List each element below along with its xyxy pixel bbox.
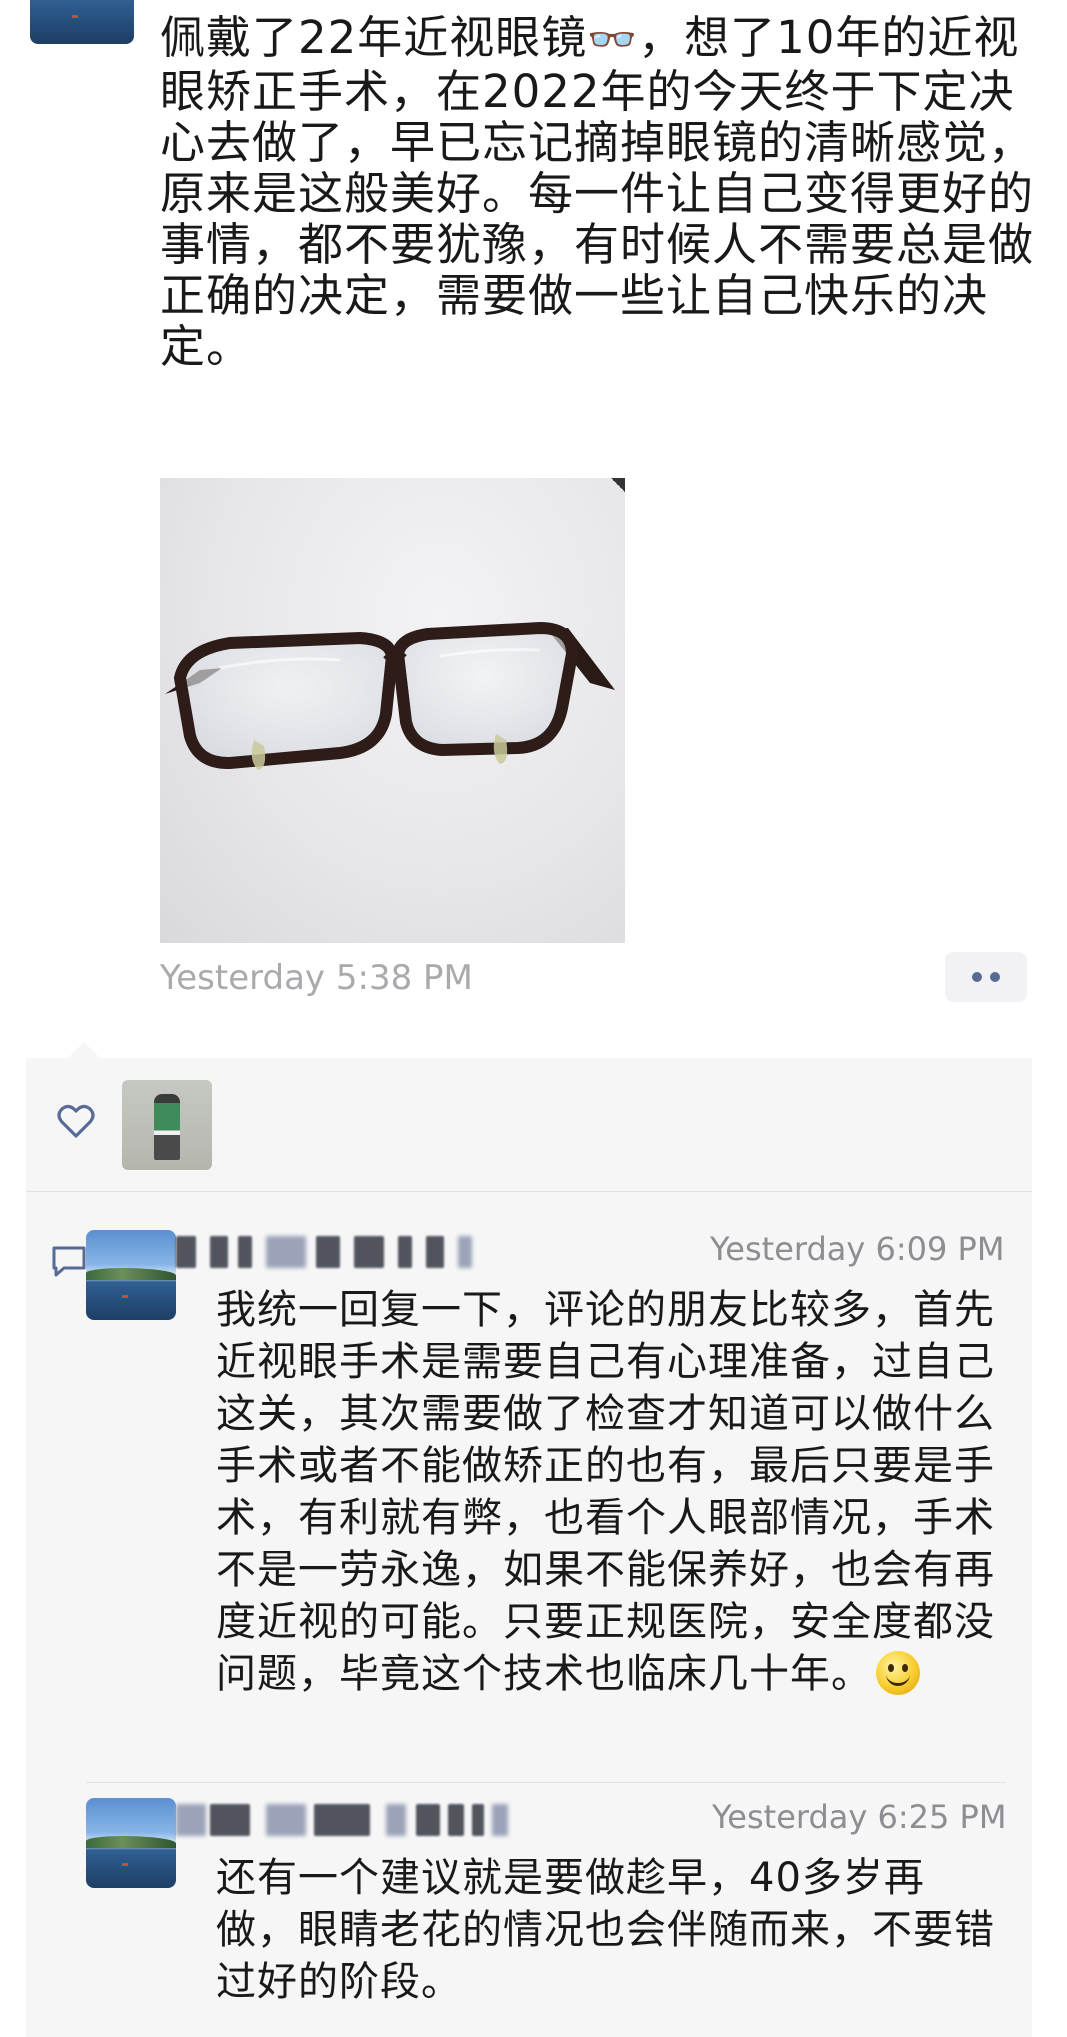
more-dots-icon-2 xyxy=(990,972,1000,982)
more-options-button[interactable] xyxy=(945,952,1027,1002)
comment-text: 我统一回复一下，评论的朋友比较多，首先近视眼手术是需要自己有心理准备，过自己这关… xyxy=(216,1287,995,1697)
glasses-image xyxy=(165,621,615,770)
comment-text: 还有一个建议就是要做趁早，40多岁再做，眼睛老花的情况也会伴随而来，不要错过好的… xyxy=(216,1855,995,2005)
post-text: 佩戴了22年近视眼镜👓，想了10年的近视眼矫正手术，在2022年的今天终于下定决… xyxy=(160,11,1035,373)
comment-timestamp: Yesterday 6:25 PM xyxy=(712,1798,1007,1836)
heart-icon xyxy=(57,1104,95,1138)
post-photo[interactable] xyxy=(160,478,625,943)
interaction-panel: Yesterday 6:09 PM 我统一回复一下，评论的朋友比较多，首先近视眼… xyxy=(26,1042,1032,2037)
comment-divider xyxy=(86,1782,1006,1783)
commenter-name-blurred[interactable] xyxy=(176,1236,556,1268)
post-timestamp: Yesterday 5:38 PM xyxy=(160,958,473,998)
poster-avatar[interactable] xyxy=(30,0,134,44)
glasses-emoji: 👓 xyxy=(587,17,639,63)
commenter-avatar[interactable] xyxy=(86,1798,176,1888)
likes-row xyxy=(26,1058,1032,1192)
liker-avatar[interactable] xyxy=(122,1080,212,1170)
smile-emoji xyxy=(876,1651,920,1695)
commenter-avatar[interactable] xyxy=(86,1230,176,1320)
comment-icon xyxy=(52,1246,86,1277)
more-dots-icon xyxy=(972,972,982,982)
commenter-name-blurred[interactable] xyxy=(176,1804,556,1836)
comment-timestamp: Yesterday 6:09 PM xyxy=(710,1230,1005,1268)
